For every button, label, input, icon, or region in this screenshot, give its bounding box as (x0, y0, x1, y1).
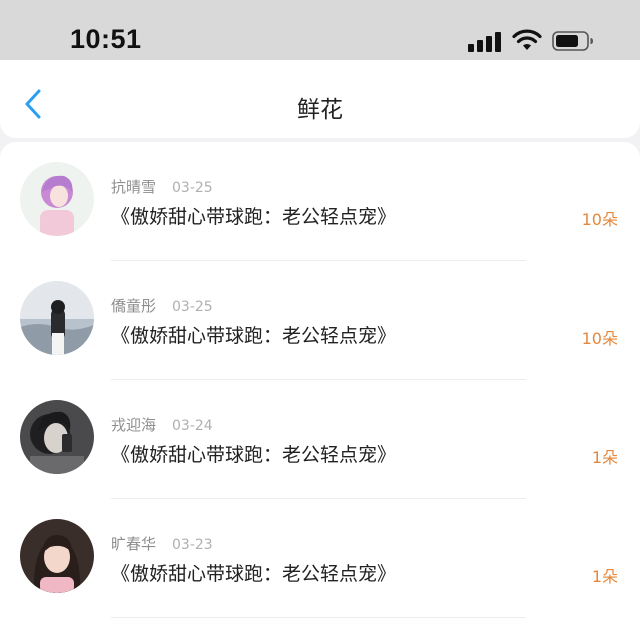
record-meta: 僑童彤 03-25 (111, 295, 213, 316)
navigation-bar: 鲜花 (0, 60, 640, 138)
sender-name: 戎迎海 (111, 416, 157, 434)
record-meta: 旷春华 03-23 (111, 533, 213, 554)
status-time: 10:51 (70, 24, 142, 54)
record-meta: 戎迎海 03-24 (111, 414, 213, 435)
avatar (20, 162, 94, 236)
wifi-icon (512, 29, 542, 50)
avatar-seaside-photo (20, 281, 94, 355)
sender-name: 僑童彤 (111, 297, 157, 315)
avatar-anime-girl-image (20, 162, 94, 236)
avatar (20, 281, 94, 355)
record-meta: 抗晴雪 03-25 (111, 176, 213, 197)
avatar-girl-photo (20, 519, 94, 593)
divider (111, 617, 526, 618)
list-item[interactable]: 僑童彤 03-25 《傲娇甜心带球跑：老公轻点宠》 10朵 (0, 261, 640, 380)
avatar (20, 519, 94, 593)
flower-record-list: 抗晴雪 03-25 《傲娇甜心带球跑：老公轻点宠》 10朵 僑童彤 03-25 《傲… (0, 142, 640, 637)
flower-amount: 10朵 (581, 329, 618, 348)
record-date: 03-24 (172, 418, 213, 434)
flower-amount: 10朵 (581, 210, 618, 229)
flower-amount: 1朵 (591, 567, 618, 586)
battery-icon (552, 31, 593, 51)
list-item[interactable]: 抗晴雪 03-25 《傲娇甜心带球跑：老公轻点宠》 10朵 (0, 142, 640, 261)
status-bar: 10:51 (0, 0, 640, 60)
list-item[interactable]: 戎迎海 03-24 《傲娇甜心带球跑：老公轻点宠》 1朵 (0, 380, 640, 499)
flower-amount: 1朵 (591, 448, 618, 467)
record-date: 03-25 (172, 180, 213, 196)
book-title: 《傲娇甜心带球跑：老公轻点宠》 (111, 563, 397, 585)
record-date: 03-25 (172, 299, 213, 315)
book-title: 《傲娇甜心带球跑：老公轻点宠》 (111, 325, 397, 347)
record-date: 03-23 (172, 537, 213, 553)
sender-name: 旷春华 (111, 535, 157, 553)
sender-name: 抗晴雪 (111, 178, 157, 196)
avatar-portrait-dark-photo (20, 400, 94, 474)
page-title: 鲜花 (297, 97, 343, 123)
signal-icon (468, 30, 502, 52)
list-item[interactable]: 旷春华 03-23 《傲娇甜心带球跑：老公轻点宠》 1朵 (0, 499, 640, 618)
avatar (20, 400, 94, 474)
book-title: 《傲娇甜心带球跑：老公轻点宠》 (111, 444, 397, 466)
book-title: 《傲娇甜心带球跑：老公轻点宠》 (111, 206, 397, 228)
